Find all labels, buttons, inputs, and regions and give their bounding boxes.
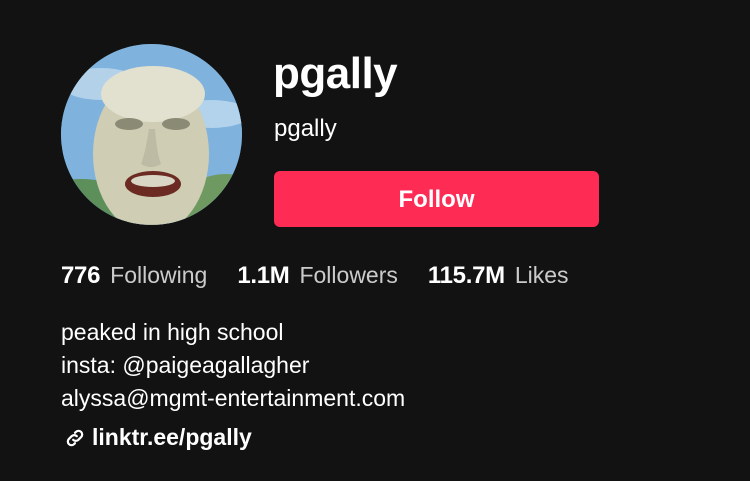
follow-button[interactable]: Follow (274, 171, 599, 227)
stat-following[interactable]: 776 Following (61, 262, 207, 290)
bio-line: peaked in high school (61, 319, 284, 345)
profile-link[interactable]: linktr.ee/pgally (64, 424, 252, 451)
stat-following-count: 776 (61, 262, 101, 289)
profile-link-text: linktr.ee/pgally (92, 424, 252, 450)
stat-followers-label: Followers (299, 262, 398, 288)
profile-username: pgally (273, 49, 398, 98)
stat-likes-count: 115.7M (427, 262, 505, 289)
stat-likes-label: Likes (514, 262, 569, 288)
bio-line: insta: @paigeagallagher (61, 352, 310, 378)
stat-followers-count: 1.1M (237, 262, 290, 289)
avatar[interactable] (61, 44, 242, 225)
profile-nickname: pgally (274, 115, 337, 142)
avatar-image (61, 44, 242, 225)
stat-followers[interactable]: 1.1M Followers (237, 262, 398, 290)
link-icon (66, 429, 84, 446)
bio-line: alyssa@mgmt-entertainment.com (61, 385, 406, 411)
stat-likes: 115.7M Likes (428, 262, 569, 290)
profile-stats: 776 Following 1.1M Followers 115.7M Like… (61, 262, 599, 290)
stat-following-label: Following (110, 262, 208, 288)
profile-bio: peaked in high school insta: @paigeagall… (61, 316, 405, 415)
